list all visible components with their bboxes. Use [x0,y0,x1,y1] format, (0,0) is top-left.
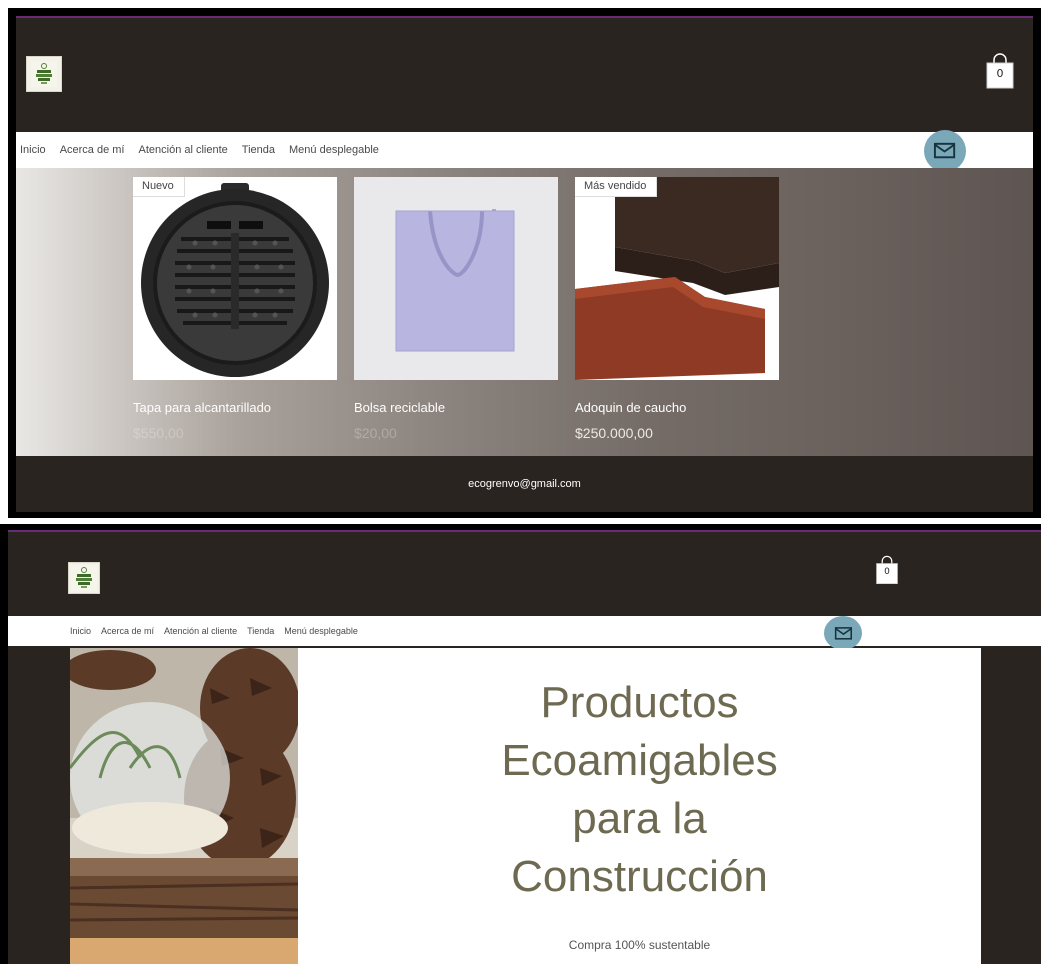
product-image-tote-bag[interactable] [354,177,558,380]
main-nav: Inicio Acerca de mí Atención al cliente … [8,616,1041,646]
footer-email-link[interactable]: ecogrenvo@gmail.com [468,478,581,490]
product-name[interactable]: Bolsa reciclable [354,400,558,415]
hero-subtitle: Compra 100% sustentable [568,938,711,952]
logo-icon[interactable] [26,56,62,92]
product-badge-new: Nuevo [133,177,185,197]
product-name[interactable]: Adoquin de caucho [575,400,779,415]
hero-panel: Productos Ecoamigables para la Construcc… [298,648,981,964]
main-nav: Inicio Acerca de mí Atención al cliente … [16,132,1033,168]
nav-menu-desplegable[interactable]: Menú desplegable [284,626,358,636]
cart-button[interactable]: 0 [985,52,1015,90]
nav-inicio[interactable]: Inicio [20,144,46,156]
footer: ecogrenvo@gmail.com [16,456,1033,512]
product-image-manhole-cover[interactable]: Nuevo [133,177,337,380]
hero-title-line: Ecoamigables [501,736,778,785]
site-frame: 0 Inicio Acerca de mí Atención al client… [8,530,1041,964]
store-page-screenshot: 0 Inicio Acerca de mí Atención al client… [8,8,1041,518]
cart-button[interactable]: 0 [875,554,899,586]
contact-mail-button[interactable] [924,130,966,172]
product-card-bolsa[interactable]: Bolsa reciclable $20,00 [354,177,558,441]
nav-atencion-al-cliente[interactable]: Atención al cliente [164,626,237,636]
nav-tienda[interactable]: Tienda [247,626,274,636]
nav-menu-desplegable[interactable]: Menú desplegable [289,144,379,156]
contact-mail-button[interactable] [824,616,862,650]
site-frame: 0 Inicio Acerca de mí Atención al client… [16,16,1033,512]
product-price: $550,00 [133,425,184,441]
logo-icon[interactable] [68,562,100,594]
product-badge-best-seller: Más vendido [575,177,658,197]
product-card-tapa[interactable]: Nuevo Tapa para alcantarillado $550,00 [133,177,337,441]
hero-title-line: Construcción [511,852,768,901]
nav-atencion-al-cliente[interactable]: Atención al cliente [139,144,228,156]
hero-title-line: Productos [540,678,739,727]
nav-acerca-de-mi[interactable]: Acerca de mí [101,626,154,636]
mail-icon [934,143,956,159]
nav-tienda[interactable]: Tienda [242,144,275,156]
nav-acerca-de-mi[interactable]: Acerca de mí [60,144,125,156]
home-page-screenshot: 0 Inicio Acerca de mí Atención al client… [0,524,1041,964]
cart-count: 0 [996,67,1004,80]
product-name[interactable]: Tapa para alcantarillado [133,400,337,415]
product-price: $20,00 [354,425,397,441]
hero-image-terrarium [70,648,298,964]
product-gallery: Nuevo Tapa para alcantarillado $550,00 B… [16,168,1033,456]
mail-icon [834,626,852,640]
product-card-adoquin[interactable]: Más vendido Adoquin de caucho $250.000,0… [575,177,779,441]
hero-title-line: para la [572,794,707,843]
cart-count: 0 [884,567,890,577]
hero-title: Productos Ecoamigables para la Construcc… [298,674,981,906]
product-price: $250.000,00 [575,425,653,441]
nav-inicio[interactable]: Inicio [70,626,91,636]
product-image-rubber-paver[interactable]: Más vendido [575,177,779,380]
